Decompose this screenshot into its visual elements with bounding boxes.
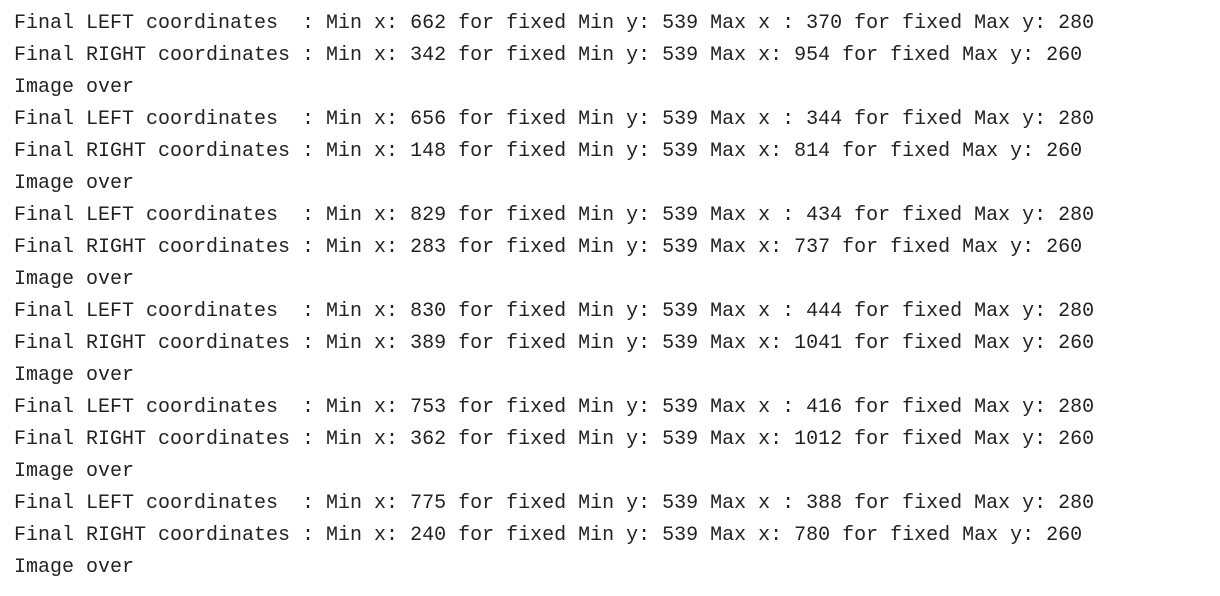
output-line: Final LEFT coordinates : Min x: 829 for … <box>14 204 1095 227</box>
output-line: Final RIGHT coordinates : Min x: 389 for… <box>14 332 1095 355</box>
output-line: Final LEFT coordinates : Min x: 662 for … <box>14 12 1095 35</box>
output-line: Final LEFT coordinates : Min x: 830 for … <box>14 300 1095 323</box>
output-line: Image over <box>14 76 135 99</box>
output-line: Final LEFT coordinates : Min x: 775 for … <box>14 492 1095 515</box>
output-line: Final RIGHT coordinates : Min x: 240 for… <box>14 524 1083 547</box>
output-line: Final RIGHT coordinates : Min x: 362 for… <box>14 428 1095 451</box>
output-line: Final RIGHT coordinates : Min x: 342 for… <box>14 44 1083 67</box>
output-line: Final RIGHT coordinates : Min x: 283 for… <box>14 236 1083 259</box>
output-line: Image over <box>14 460 135 483</box>
console-output: Final LEFT coordinates : Min x: 662 for … <box>0 0 1220 596</box>
output-line: Image over <box>14 172 135 195</box>
output-line: Final RIGHT coordinates : Min x: 148 for… <box>14 140 1083 163</box>
output-line: Image over <box>14 556 135 579</box>
output-line: Final LEFT coordinates : Min x: 753 for … <box>14 396 1095 419</box>
output-line: Final LEFT coordinates : Min x: 656 for … <box>14 108 1095 131</box>
output-line: Image over <box>14 268 135 291</box>
output-line: Image over <box>14 364 135 387</box>
